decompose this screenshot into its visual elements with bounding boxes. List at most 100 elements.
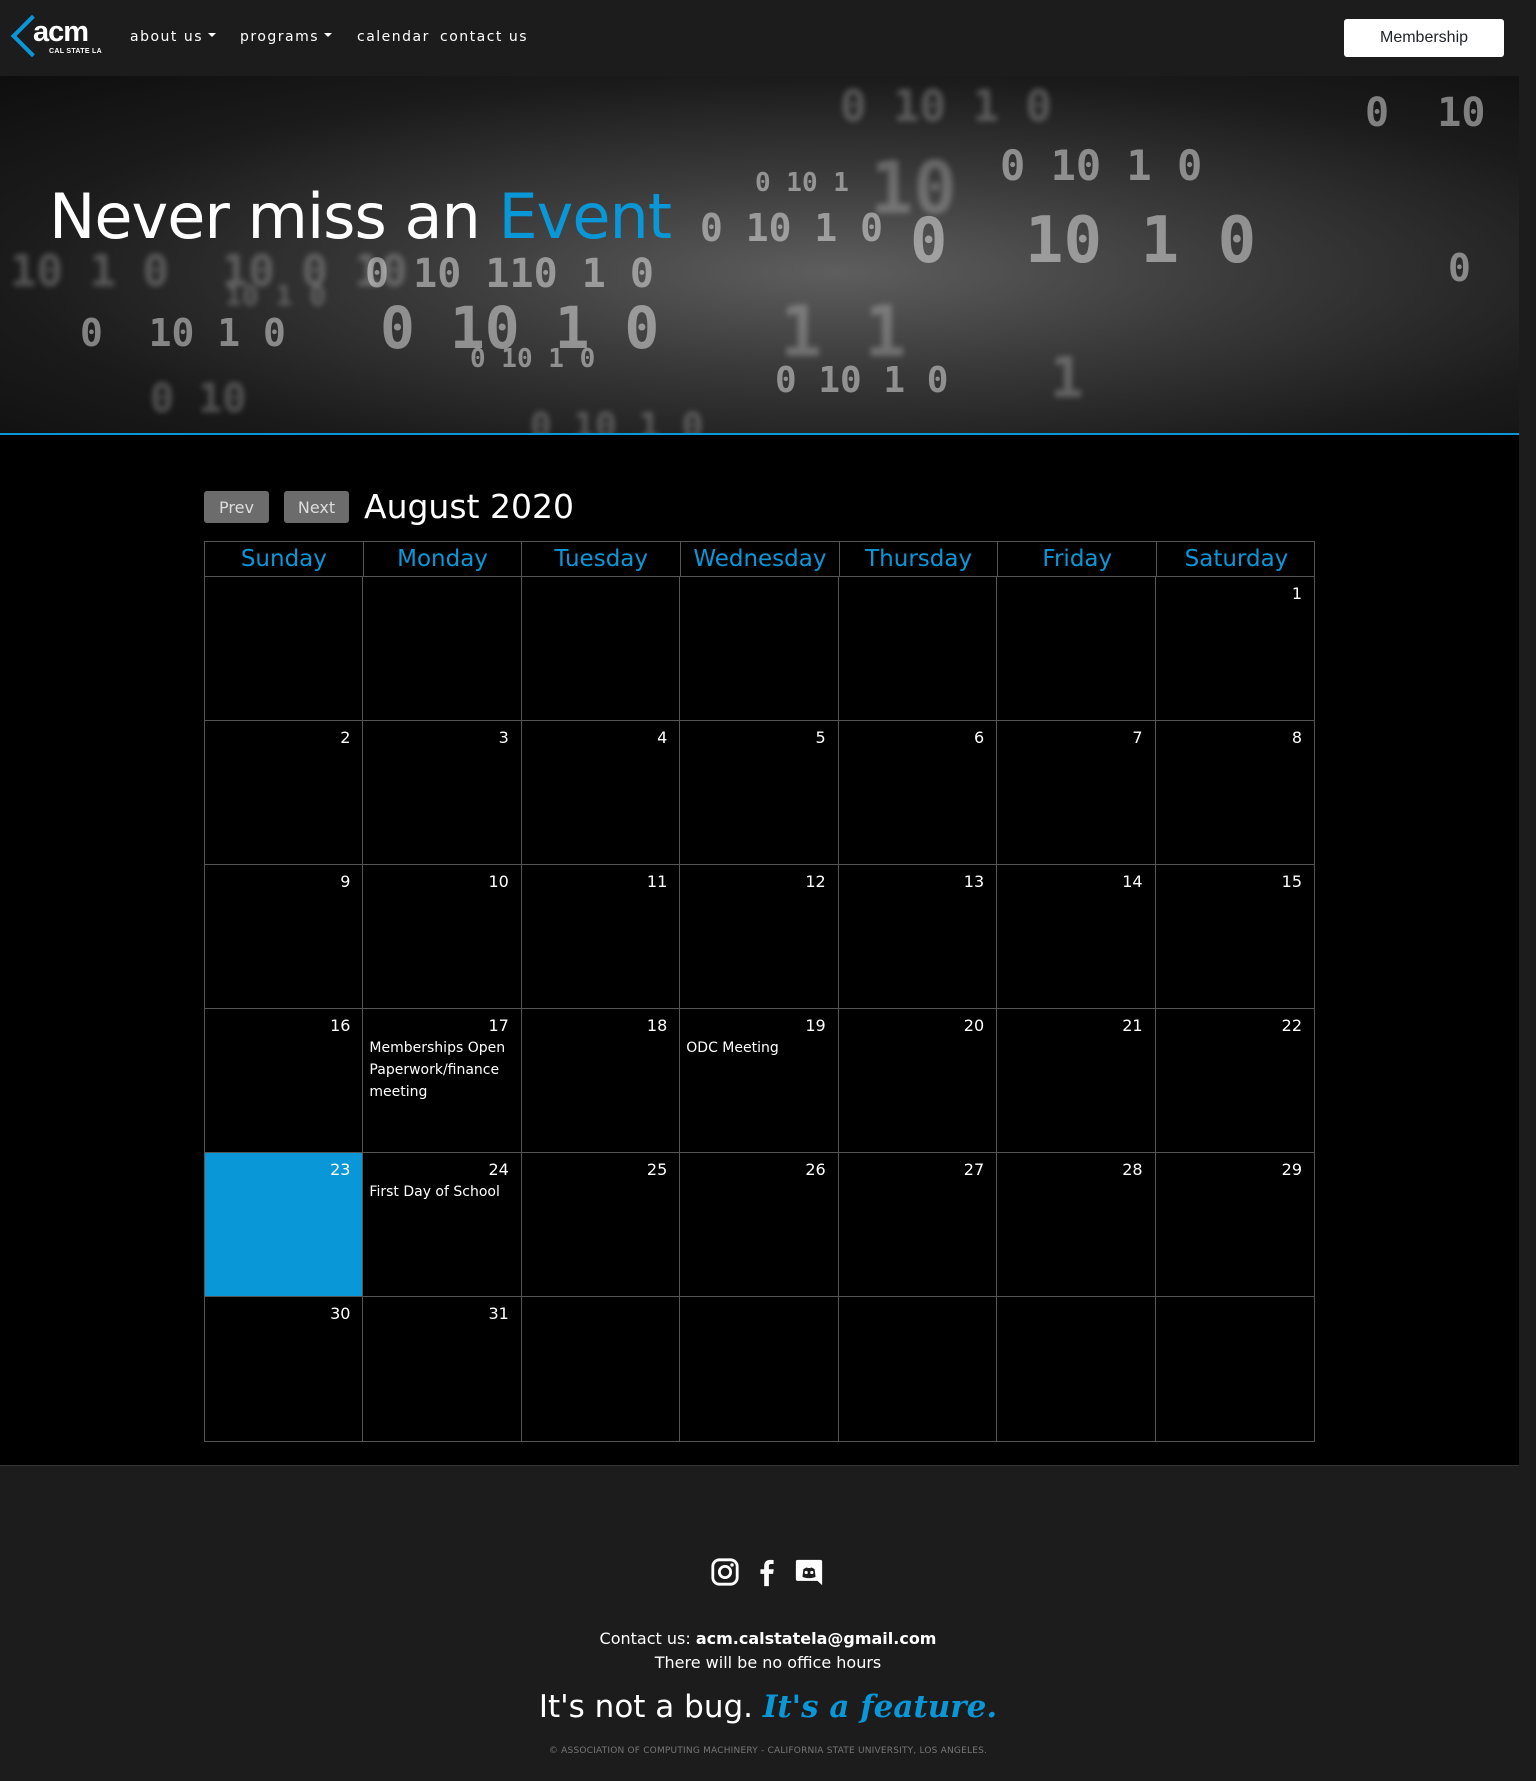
calendar-day-2[interactable]: 2 bbox=[205, 721, 364, 865]
nav-label: contact us bbox=[440, 29, 529, 45]
day-number: 17 bbox=[488, 1016, 509, 1035]
calendar-day-21[interactable]: 21 bbox=[997, 1009, 1156, 1153]
calendar-day-20[interactable]: 20 bbox=[838, 1009, 998, 1153]
hero-title-accent: Event bbox=[498, 180, 673, 253]
calendar-day-18[interactable]: 18 bbox=[521, 1009, 681, 1153]
nav-calendar[interactable]: calendar bbox=[357, 29, 430, 45]
hero-title-plain: Never miss an bbox=[49, 180, 481, 253]
nav-contact-us[interactable]: contact us bbox=[440, 29, 528, 45]
calendar-day-19[interactable]: 19 ODC Meeting bbox=[680, 1009, 839, 1153]
day-number: 11 bbox=[646, 872, 668, 891]
chevron-down-icon bbox=[324, 33, 333, 37]
calendar-day-31[interactable]: 31 bbox=[363, 1297, 522, 1441]
instagram-icon[interactable] bbox=[710, 1556, 740, 1588]
calendar-day-4[interactable]: 4 bbox=[521, 721, 681, 865]
calendar-day-6[interactable]: 6 bbox=[838, 721, 998, 865]
calendar-day-10[interactable]: 10 bbox=[363, 865, 522, 1009]
calendar-day-14[interactable]: 14 bbox=[997, 865, 1156, 1009]
calendar-empty-cell bbox=[680, 577, 839, 721]
calendar-day-17[interactable]: 17 Memberships Open Paperwork/finance meet… bbox=[363, 1009, 522, 1153]
day-number: 6 bbox=[973, 728, 985, 747]
day-number: 19 bbox=[805, 1016, 826, 1035]
day-number: 18 bbox=[646, 1016, 668, 1035]
calendar-empty-cell bbox=[997, 577, 1156, 721]
acm-logo[interactable]: acm CAL STATE LA bbox=[10, 14, 102, 61]
calendar-empty-cell bbox=[363, 577, 522, 721]
tagline-plain: It's not a bug. bbox=[538, 1689, 753, 1725]
calendar-day-27[interactable]: 27 bbox=[838, 1153, 998, 1297]
weekday-wednesday: Wednesday bbox=[681, 542, 840, 576]
calendar-month-title: August 2020 bbox=[364, 487, 574, 526]
day-number: 12 bbox=[805, 872, 826, 891]
tagline-accent: It's a feature. bbox=[762, 1689, 998, 1725]
day-number: 8 bbox=[1291, 728, 1302, 747]
calendar-empty-cell bbox=[680, 1297, 839, 1441]
calendar-empty-cell bbox=[522, 1297, 681, 1441]
day-number: 23 bbox=[330, 1160, 351, 1179]
day-number: 27 bbox=[963, 1160, 985, 1179]
calendar-day-24[interactable]: 24 First Day of School bbox=[363, 1153, 522, 1297]
day-number: 21 bbox=[1122, 1016, 1143, 1035]
calendar-empty-cell bbox=[1156, 1297, 1314, 1441]
calendar-day-12[interactable]: 12 bbox=[680, 865, 839, 1009]
calendar-toolbar: Prev Next August 2020 bbox=[204, 487, 1315, 541]
hero-banner: 0 10 1 0 0 10 0 10 1 0 0 10 1 10 0 10 1 … bbox=[0, 76, 1519, 433]
day-number: 7 bbox=[1132, 728, 1143, 747]
calendar-empty-cell bbox=[838, 577, 998, 721]
day-number: 1 bbox=[1291, 584, 1302, 603]
copyright-text: © ASSOCIATION OF COMPUTING MACHINERY - C… bbox=[548, 1746, 988, 1756]
logo-subtitle: CAL STATE LA bbox=[49, 48, 102, 55]
nav-label: about us bbox=[130, 29, 204, 45]
calendar-event[interactable]: Memberships Open bbox=[369, 1037, 508, 1059]
discord-icon[interactable] bbox=[794, 1556, 824, 1588]
calendar-day-9[interactable]: 9 bbox=[205, 865, 364, 1009]
day-number: 31 bbox=[488, 1304, 509, 1323]
calendar-day-16[interactable]: 16 bbox=[205, 1009, 364, 1153]
day-number: 20 bbox=[963, 1016, 985, 1035]
day-number: 16 bbox=[330, 1016, 351, 1035]
calendar-day-28[interactable]: 28 bbox=[997, 1153, 1156, 1297]
site-footer: Contact us: acm.calstatela@gmail.com The… bbox=[0, 1465, 1519, 1781]
calendar-day-29[interactable]: 29 bbox=[1155, 1153, 1314, 1297]
calendar-event[interactable]: Paperwork/finance meeting bbox=[369, 1059, 508, 1103]
calendar-day-11[interactable]: 11 bbox=[521, 865, 681, 1009]
facebook-icon[interactable] bbox=[752, 1556, 782, 1588]
page-scrollbar[interactable] bbox=[1519, 76, 1536, 1781]
calendar-day-5[interactable]: 5 bbox=[680, 721, 839, 865]
calendar-day-8[interactable]: 8 bbox=[1155, 721, 1314, 865]
day-number: 9 bbox=[340, 872, 351, 891]
day-number: 29 bbox=[1281, 1160, 1302, 1179]
weekday-friday: Friday bbox=[998, 542, 1158, 576]
contact-email-link[interactable]: acm.calstatela@gmail.com bbox=[696, 1629, 937, 1648]
next-month-button[interactable]: Next bbox=[284, 491, 349, 523]
membership-button[interactable]: Membership bbox=[1344, 19, 1504, 57]
calendar-day-23[interactable]: 23 bbox=[205, 1153, 364, 1297]
calendar-day-7[interactable]: 7 bbox=[997, 721, 1156, 865]
day-number: 22 bbox=[1281, 1016, 1302, 1035]
hero-divider bbox=[0, 433, 1519, 435]
calendar-day-3[interactable]: 3 bbox=[363, 721, 522, 865]
day-number: 24 bbox=[488, 1160, 509, 1179]
calendar-day-26[interactable]: 26 bbox=[680, 1153, 839, 1297]
calendar-day-13[interactable]: 13 bbox=[838, 865, 998, 1009]
day-number: 5 bbox=[815, 728, 826, 747]
day-number: 15 bbox=[1281, 872, 1302, 891]
calendar-day-22[interactable]: 22 bbox=[1155, 1009, 1314, 1153]
day-number: 14 bbox=[1122, 872, 1143, 891]
calendar-day-1[interactable]: 1 bbox=[1155, 577, 1314, 721]
calendar-event[interactable]: ODC Meeting bbox=[686, 1037, 825, 1059]
calendar-days: 1 2 3 4 5 6 7 8 9 10 11 12 13 14 15 16 17 Memberships Ope… bbox=[205, 577, 1314, 1441]
day-number: 25 bbox=[646, 1160, 668, 1179]
event-calendar: Prev Next August 2020 Sunday Monday Tuesda… bbox=[204, 487, 1315, 1442]
day-number: 3 bbox=[498, 728, 509, 747]
nav-programs[interactable]: programs bbox=[240, 29, 333, 45]
footer-tagline: It's not a bug. It's a feature. bbox=[0, 1689, 1536, 1725]
nav-about-us[interactable]: about us bbox=[130, 29, 217, 45]
calendar-event[interactable]: First Day of School bbox=[369, 1181, 508, 1203]
prev-month-button[interactable]: Prev bbox=[204, 491, 269, 523]
calendar-day-15[interactable]: 15 bbox=[1155, 865, 1314, 1009]
calendar-day-25[interactable]: 25 bbox=[521, 1153, 681, 1297]
day-number: 30 bbox=[330, 1304, 351, 1323]
weekday-saturday: Saturday bbox=[1184, 546, 1289, 572]
calendar-day-30[interactable]: 30 bbox=[205, 1297, 364, 1441]
